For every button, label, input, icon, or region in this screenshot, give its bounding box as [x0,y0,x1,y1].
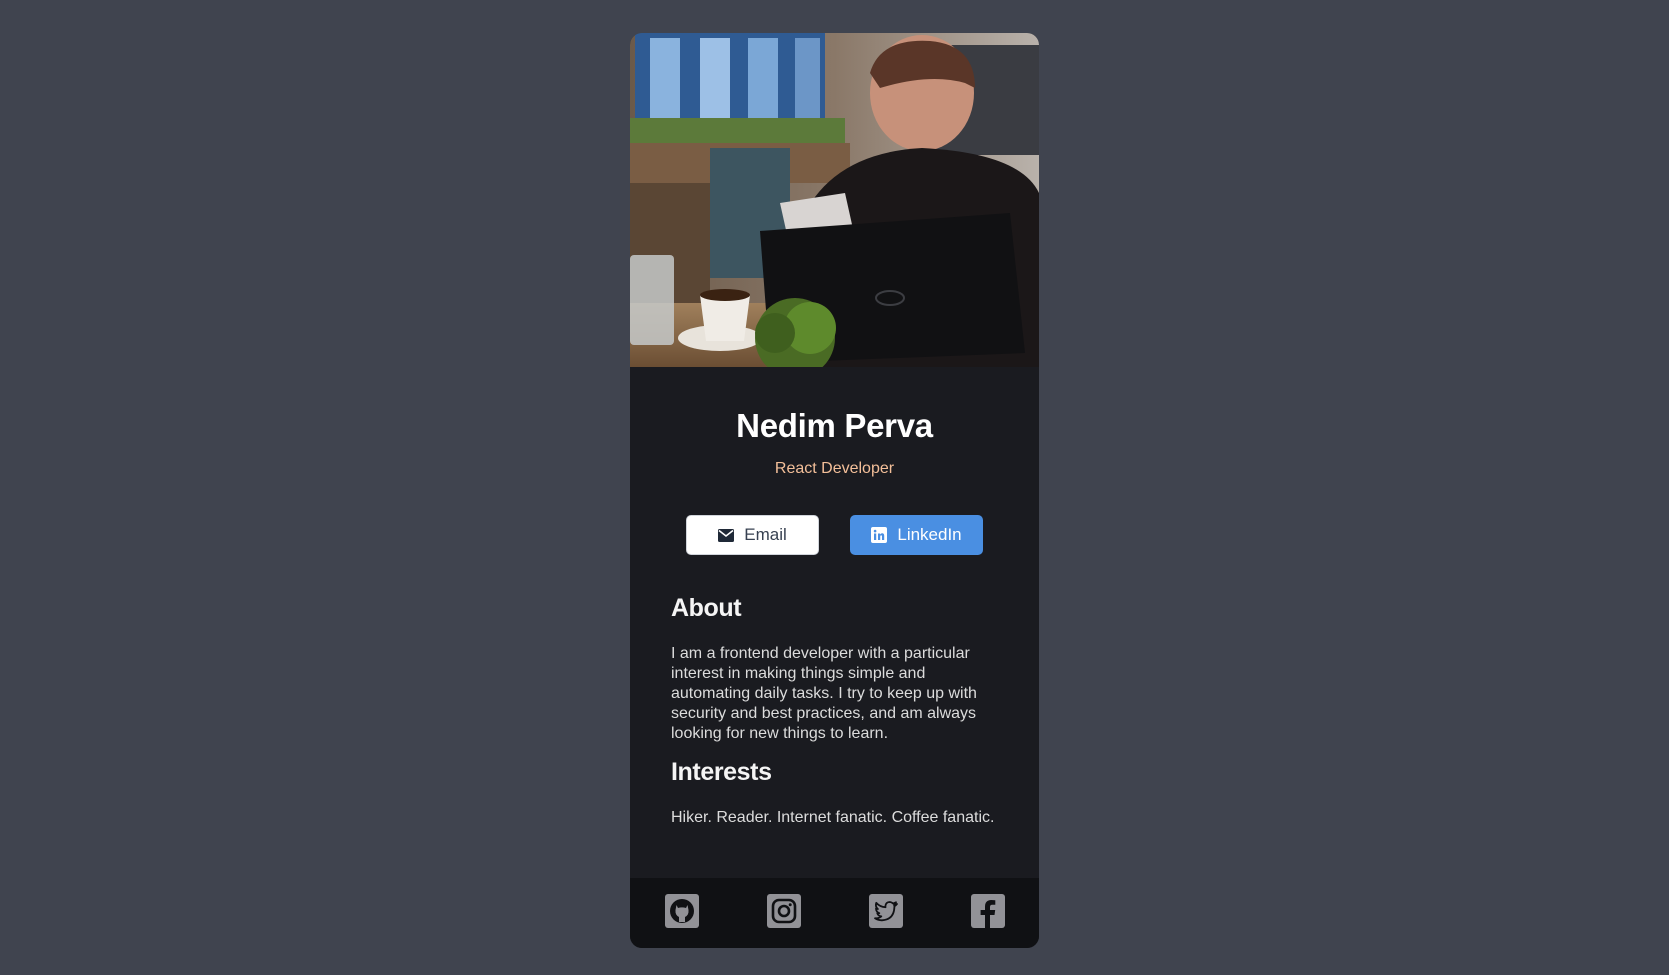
linkedin-button[interactable]: LinkedIn [850,515,983,555]
profile-card: Nedim Perva React Developer Email Linked… [630,33,1039,948]
email-button[interactable]: Email [686,515,819,555]
mail-icon [718,528,735,542]
linkedin-button-label: LinkedIn [897,525,962,544]
facebook-icon[interactable] [971,894,1005,928]
about-heading: About [671,594,742,622]
profile-name: Nedim Perva [736,407,933,444]
twitter-icon[interactable] [869,894,903,928]
about-text: I am a frontend developer with a particu… [671,645,977,742]
github-icon[interactable] [665,894,699,928]
profile-role: React Developer [774,460,895,477]
instagram-icon[interactable] [767,894,801,928]
interests-heading: Interests [671,758,772,786]
social-footer [630,878,1039,948]
linkedin-icon [871,527,888,543]
interests-text: Hiker. Reader. Internet fanatic. Coffee … [671,809,995,826]
email-button-label: Email [744,525,787,544]
profile-photo [630,33,1039,367]
